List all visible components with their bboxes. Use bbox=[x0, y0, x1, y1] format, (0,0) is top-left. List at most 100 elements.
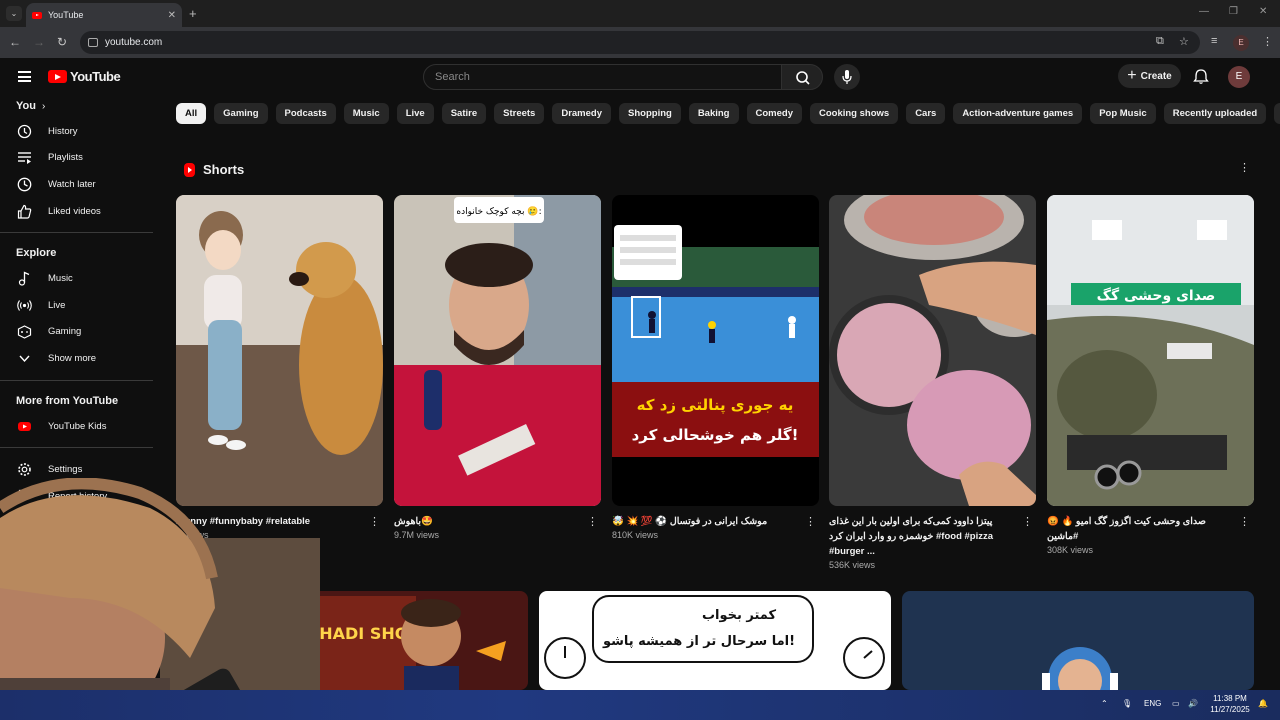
chip-live[interactable]: Live bbox=[396, 103, 434, 124]
short-card[interactable]: بچه کوچک خانواده 🥲: باهوش🤩 9.7M views bbox=[394, 195, 601, 540]
youtube-favicon-icon bbox=[32, 11, 42, 19]
webcam-overlay bbox=[0, 478, 320, 690]
short-title[interactable]: 🤯 💥 💯 ⚽ موشک ایرانی در فوتسال bbox=[612, 514, 800, 529]
language-indicator[interactable]: ENG bbox=[1144, 699, 1161, 708]
short-card[interactable]: یه جوری پنالتی زد که گلر هم خوشحالی کرد!… bbox=[612, 195, 819, 540]
short-thumbnail[interactable]: یه جوری پنالتی زد که گلر هم خوشحالی کرد! bbox=[612, 195, 819, 506]
hamburger-menu-icon[interactable] bbox=[18, 71, 31, 82]
reload-icon[interactable]: ↻ bbox=[57, 35, 67, 49]
sidebar-divider bbox=[0, 232, 153, 234]
sidebar-item-show-more[interactable]: Show more bbox=[0, 345, 160, 372]
chip-podcasts[interactable]: Podcasts bbox=[275, 103, 336, 124]
sidebar-item-gaming[interactable]: Gaming bbox=[0, 319, 160, 346]
shorts-logo-icon bbox=[184, 162, 195, 177]
os-taskbar: ⌃ 🎙 ENG ▭ 🔊 11:38 PM 11/27/2025 🔔 bbox=[0, 690, 1280, 720]
chip-satire[interactable]: Satire bbox=[441, 103, 487, 124]
youtube-logo[interactable]: YouTube bbox=[48, 69, 121, 84]
thumbnail-line2: اما سرحال تر از همیشه پاشو! bbox=[602, 634, 795, 649]
sidebar-item-label: History bbox=[48, 125, 78, 137]
short-title[interactable]: صدای وحشی کیت اگزوز گگ امیو 🔥 😡 #ماشین bbox=[1047, 514, 1235, 544]
search-button[interactable] bbox=[781, 64, 823, 90]
search-icon bbox=[796, 71, 810, 85]
chip-streets[interactable]: Streets bbox=[494, 103, 545, 124]
taskbar-clock[interactable]: 11:38 PM 11/27/2025 bbox=[1205, 693, 1255, 715]
video-thumbnail[interactable] bbox=[902, 591, 1254, 690]
short-card[interactable]: صدای وحشی گگ صدای وحشی کیت اگزوز گگ امیو… bbox=[1047, 195, 1254, 555]
site-info-icon[interactable] bbox=[88, 38, 98, 47]
chip-dramedy[interactable]: Dramedy bbox=[552, 103, 612, 124]
new-tab-button[interactable]: + bbox=[189, 6, 197, 21]
sidebar-item-music[interactable]: Music bbox=[0, 265, 160, 292]
car-exhaust-image: صدای وحشی گگ bbox=[1047, 195, 1254, 506]
video-thumbnail[interactable]: کمتر بخواب اما سرحال تر از همیشه پاشو! bbox=[539, 591, 891, 690]
sidebar-item-label: YouTube Kids bbox=[48, 420, 107, 432]
sidebar-item-watch-later[interactable]: Watch later bbox=[0, 171, 160, 198]
chip-baking[interactable]: Baking bbox=[688, 103, 739, 124]
short-more-icon[interactable]: ⋮ bbox=[1239, 517, 1250, 528]
chip-pop-music[interactable]: Pop Music bbox=[1090, 103, 1156, 124]
sidebar-item-label: Playlists bbox=[48, 152, 83, 164]
create-button[interactable]: + Create bbox=[1118, 64, 1181, 88]
close-window-icon[interactable]: ✕ bbox=[1259, 6, 1267, 17]
short-thumbnail[interactable]: بچه کوچک خانواده 🥲: bbox=[394, 195, 601, 506]
chip-cooking-shows[interactable]: Cooking shows bbox=[809, 103, 899, 124]
gear-icon bbox=[17, 462, 32, 477]
restore-icon[interactable]: ❐ bbox=[1229, 6, 1238, 17]
browser-chrome: ⌄ YouTube ✕ + — ❐ ✕ ← → ↻ youtube.com ⧉ … bbox=[0, 0, 1280, 58]
chip-gaming[interactable]: Gaming bbox=[214, 103, 268, 124]
short-more-icon[interactable]: ⋮ bbox=[587, 517, 598, 528]
short-more-icon[interactable]: ⋮ bbox=[805, 517, 816, 528]
sidebar-item-label: Watch later bbox=[48, 178, 96, 190]
chip-comedy[interactable]: Comedy bbox=[746, 103, 802, 124]
sidebar-item-live[interactable]: Live bbox=[0, 292, 160, 319]
short-card[interactable]: پیتزا داوود کمی‌که برای اولین بار این غذ… bbox=[829, 195, 1036, 570]
account-avatar[interactable]: E bbox=[1228, 66, 1250, 88]
minimize-icon[interactable]: — bbox=[1199, 6, 1209, 17]
shorts-more-icon[interactable]: ⋮ bbox=[1239, 163, 1250, 174]
browser-profile-avatar[interactable]: E bbox=[1233, 35, 1249, 51]
youtube-play-icon bbox=[48, 70, 67, 83]
short-more-icon[interactable]: ⋮ bbox=[1022, 517, 1033, 528]
sidebar-you-heading[interactable]: You › bbox=[0, 94, 160, 118]
short-more-icon[interactable]: ⋮ bbox=[369, 517, 380, 528]
chip-music[interactable]: Music bbox=[343, 103, 389, 124]
short-thumbnail[interactable]: صدای وحشی گگ bbox=[1047, 195, 1254, 506]
notifications-bell-icon[interactable] bbox=[1193, 68, 1209, 84]
host-portrait-image bbox=[902, 591, 1254, 690]
history-icon bbox=[17, 124, 32, 139]
chip-recently-uploaded[interactable]: Recently uploaded bbox=[1163, 103, 1267, 124]
sidebar-item-playlists[interactable]: Playlists bbox=[0, 145, 160, 172]
close-tab-icon[interactable]: ✕ bbox=[168, 10, 176, 21]
gaming-icon bbox=[17, 324, 32, 340]
sidebar: You › History Playlists Watch later Liked v… bbox=[0, 94, 160, 510]
tab-search-button[interactable]: ⌄ bbox=[6, 6, 22, 21]
short-title[interactable]: باهوش🤩 bbox=[394, 514, 582, 529]
chip-shopping[interactable]: Shopping bbox=[619, 103, 681, 124]
bookmark-star-icon[interactable]: ☆ bbox=[1179, 35, 1189, 48]
microphone-tray-icon[interactable]: 🎙 bbox=[1122, 699, 1132, 708]
install-icon[interactable]: ⧉ bbox=[1156, 35, 1164, 48]
browser-tab[interactable]: YouTube ✕ bbox=[26, 3, 182, 27]
back-icon[interactable]: ← bbox=[9, 35, 21, 49]
notification-center-icon[interactable]: 🔔 bbox=[1258, 699, 1268, 708]
sidebar-item-youtube-kids[interactable]: YouTube Kids bbox=[0, 413, 160, 440]
voice-search-button[interactable] bbox=[834, 64, 860, 90]
browser-menu-icon[interactable]: ⋮ bbox=[1262, 35, 1273, 48]
tray-overflow-icon[interactable]: ⌃ bbox=[1101, 699, 1108, 708]
short-title[interactable]: پیتزا داوود کمی‌که برای اولین بار این غذ… bbox=[829, 514, 1017, 559]
sidebar-item-label: Live bbox=[48, 299, 66, 311]
chip-action-adventure-games[interactable]: Action-adventure games bbox=[953, 103, 1083, 124]
chip-new-to-you[interactable]: New to you bbox=[1274, 103, 1280, 124]
short-thumbnail[interactable] bbox=[176, 195, 383, 506]
media-icon[interactable]: ≡ bbox=[1211, 35, 1217, 47]
sidebar-item-liked-videos[interactable]: Liked videos bbox=[0, 198, 160, 225]
volume-icon[interactable]: 🔊 bbox=[1188, 699, 1198, 708]
network-icon[interactable]: ▭ bbox=[1172, 699, 1180, 708]
search-input[interactable]: Search bbox=[423, 64, 782, 90]
sidebar-item-history[interactable]: History bbox=[0, 118, 160, 145]
forward-icon[interactable]: → bbox=[33, 35, 45, 49]
short-thumbnail[interactable] bbox=[829, 195, 1036, 506]
chip-cars[interactable]: Cars bbox=[906, 103, 946, 124]
address-bar[interactable]: youtube.com bbox=[80, 31, 1200, 54]
chip-all[interactable]: All bbox=[176, 103, 207, 124]
